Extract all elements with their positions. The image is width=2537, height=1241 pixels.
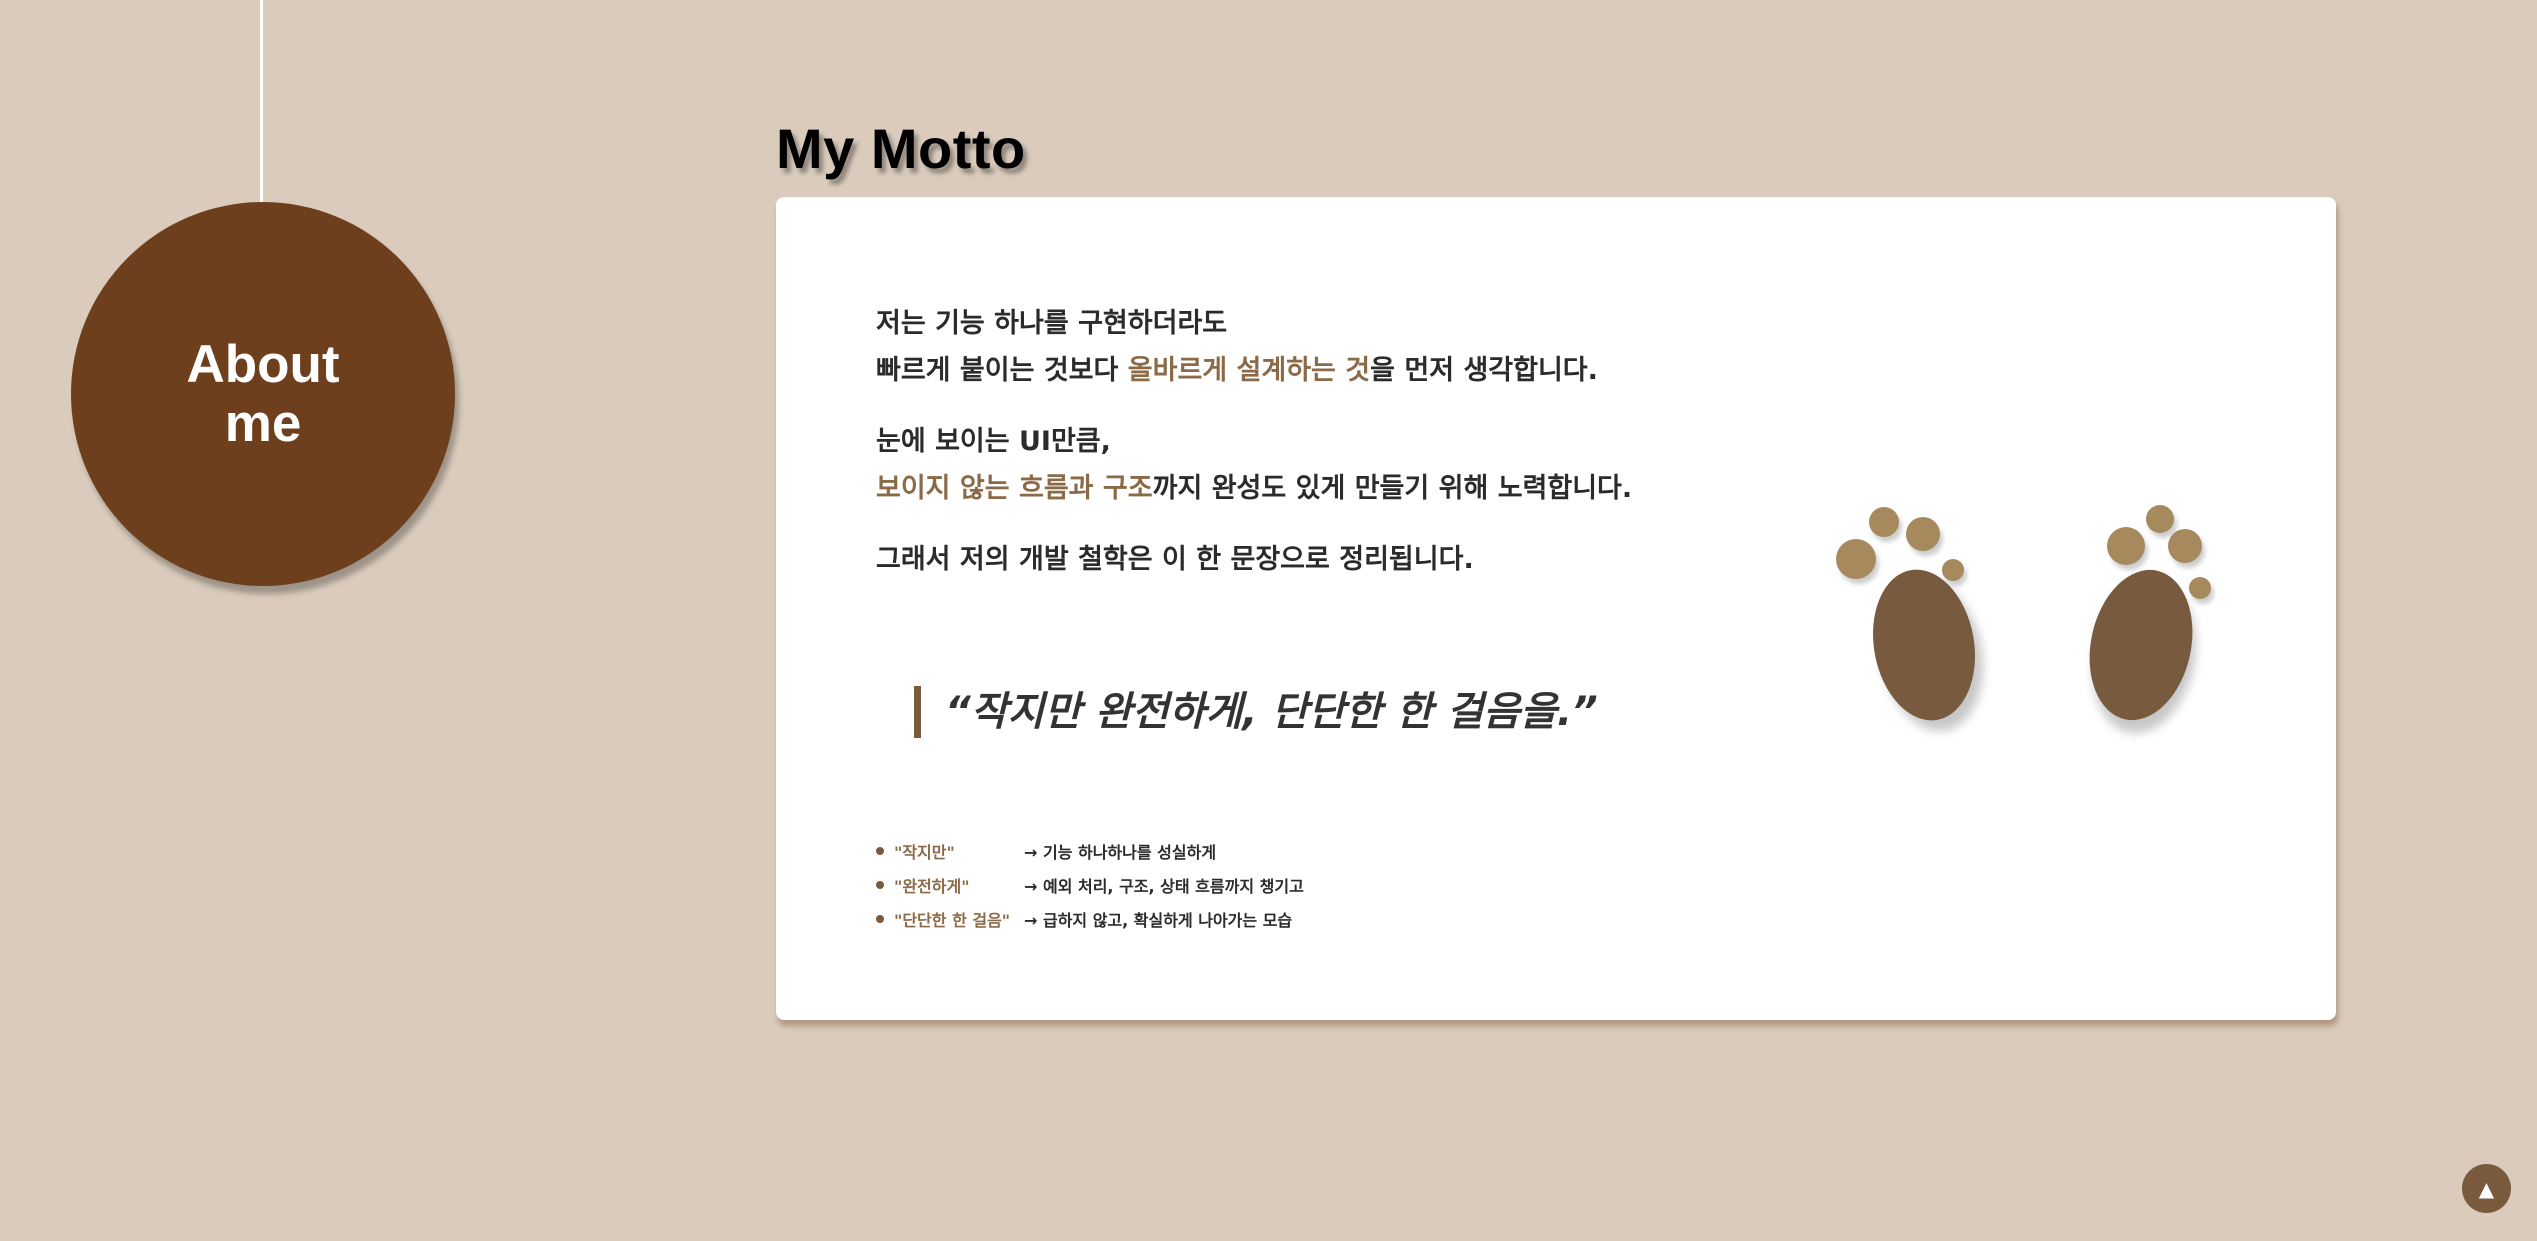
point-description: → 예외 처리, 구조, 상태 흐름까지 챙기고: [1024, 877, 1304, 896]
intro-line: 그래서 저의 개발 철학은 이 한 문장으로 정리됩니다.: [876, 544, 1474, 575]
scroll-to-top-button[interactable]: ▲: [2462, 1164, 2511, 1213]
motto-card: 저는 기능 하나를 구현하더라도 빠르게 붙이는 것보다 올바르게 설계하는 것…: [776, 197, 2336, 1020]
motto-quote: “작지만 완전하게, 단단한 한 걸음을.”: [914, 686, 1598, 738]
highlight-text: 올바르게 설계하는 것: [1127, 355, 1371, 386]
intro-text: 저는 기능 하나를 구현하더라도 빠르게 붙이는 것보다 올바르게 설계하는 것…: [876, 300, 1776, 607]
left-foot-toe: [1869, 507, 1899, 537]
footprints-icon: [1806, 497, 2226, 737]
about-me-badge[interactable]: About me: [71, 202, 455, 586]
point-keyword: "단단한 한 걸음": [894, 911, 1011, 930]
intro-line-text: 빠르게 붙이는 것보다: [876, 355, 1128, 386]
highlight-text: 보이지 않는 흐름과 구조: [876, 473, 1153, 504]
arrow-up-icon: ▲: [2478, 1176, 2495, 1201]
intro-paragraph: 저는 기능 하나를 구현하더라도 빠르게 붙이는 것보다 올바르게 설계하는 것…: [876, 300, 1776, 394]
page: About me My Motto 저는 기능 하나를 구현하더라도 빠르게 붙…: [0, 0, 2537, 1241]
intro-line-text: 까지 완성도 있게 만들기 위해 노력합니다.: [1152, 473, 1633, 504]
point-keyword: "작지만": [894, 843, 955, 862]
right-foot-sole: [2076, 560, 2206, 730]
bullet-icon: [876, 915, 884, 923]
bullet-icon: [876, 847, 884, 855]
point-description: → 급하지 않고, 확실하게 나아가는 모습: [1024, 911, 1293, 930]
point-description: → 기능 하나하나를 성실하게: [1024, 843, 1217, 862]
about-me-label: About me: [186, 335, 340, 453]
list-item: "작지만" → 기능 하나하나를 성실하게: [876, 834, 1304, 868]
left-foot-sole: [1861, 561, 1987, 729]
right-foot-toe: [2189, 577, 2211, 599]
left-foot-toe: [1836, 539, 1876, 579]
left-foot-toe: [1942, 559, 1964, 581]
intro-line-text: 을 먼저 생각합니다.: [1370, 355, 1598, 386]
list-item: "단단한 한 걸음" → 급하지 않고, 확실하게 나아가는 모습: [876, 902, 1304, 936]
right-foot-toe: [2168, 529, 2202, 563]
intro-line: 눈에 보이는 UI만큼,: [876, 426, 1111, 457]
intro-line: 저는 기능 하나를 구현하더라도: [876, 308, 1228, 339]
point-keyword: "완전하게": [894, 877, 970, 896]
list-item: "완전하게" → 예외 처리, 구조, 상태 흐름까지 챙기고: [876, 868, 1304, 902]
right-foot-toe: [2107, 527, 2145, 565]
section-title: My Motto: [776, 117, 1026, 180]
motto-points-list: "작지만" → 기능 하나하나를 성실하게 "완전하게" → 예외 처리, 구조…: [876, 834, 1304, 936]
badge-hanging-line: [260, 0, 263, 204]
left-foot-toe: [1906, 517, 1940, 551]
intro-paragraph: 그래서 저의 개발 철학은 이 한 문장으로 정리됩니다.: [876, 536, 1776, 583]
intro-paragraph: 눈에 보이는 UI만큼, 보이지 않는 흐름과 구조까지 완성도 있게 만들기 …: [876, 418, 1776, 512]
right-foot-toe: [2146, 505, 2174, 533]
bullet-icon: [876, 881, 884, 889]
